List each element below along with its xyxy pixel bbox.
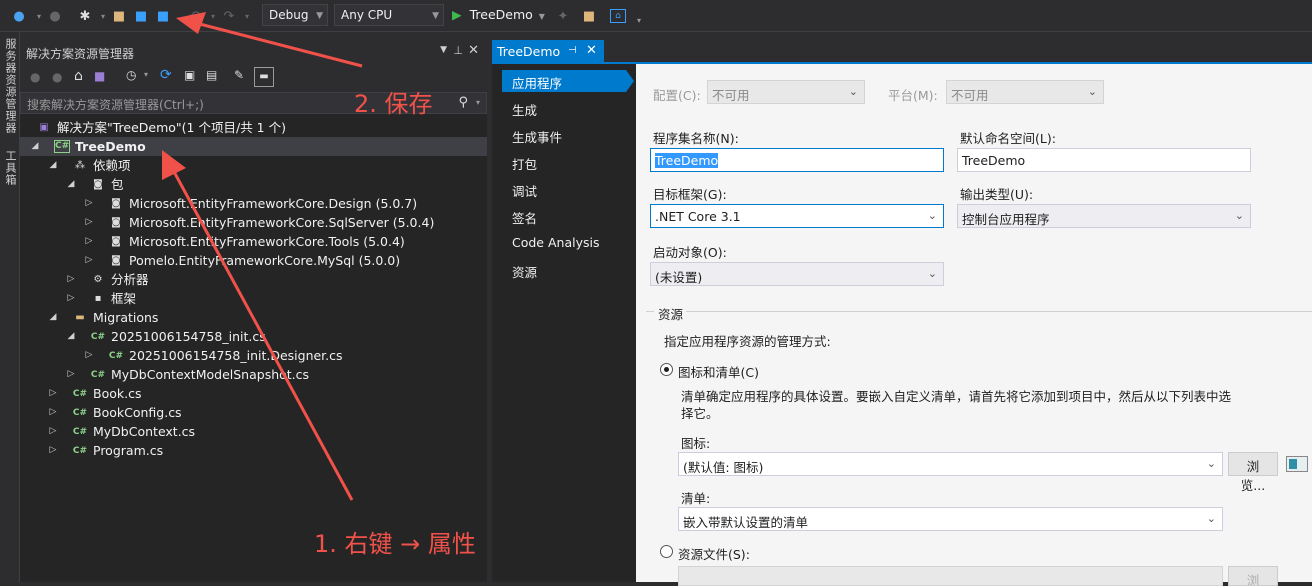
arrow-step1-head: [162, 150, 186, 180]
arrow-step2-shaft: [191, 20, 363, 68]
arrow-step2: [176, 12, 363, 68]
annotation-arrows: [162, 12, 363, 501]
annotation-step2: 2. 保存: [354, 90, 433, 118]
annotation-step1: 1. 右键 → 属性: [314, 530, 476, 558]
arrow-step1-shaft: [170, 167, 354, 501]
arrow-step1: [162, 150, 354, 501]
arrow-step2-head: [176, 12, 206, 34]
